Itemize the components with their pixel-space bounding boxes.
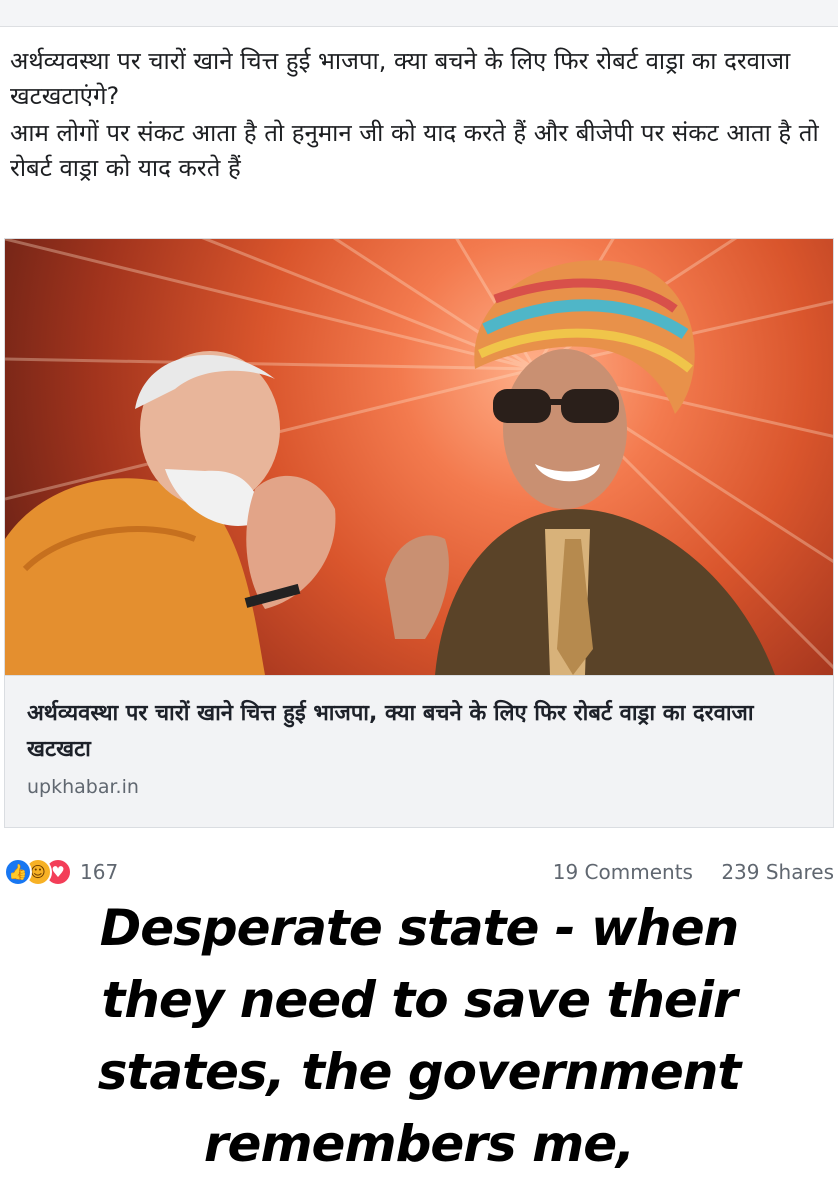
reaction-bar: 👍 ☺ ♥ 167 19 Comments 239 Shares [4, 856, 834, 890]
engagement-stats: 19 Comments 239 Shares [553, 860, 834, 884]
like-icon[interactable]: 👍 [4, 858, 32, 886]
sunburst-illustration [5, 239, 833, 675]
left-figure [5, 351, 336, 675]
comments-count[interactable]: 19 Comments [553, 860, 693, 884]
top-strip [0, 0, 838, 27]
link-preview-card[interactable]: अर्थव्यवस्था पर चारों खाने चित्त हुई भाज… [4, 238, 834, 828]
shares-count[interactable]: 239 Shares [721, 860, 834, 884]
link-preview-image[interactable] [5, 239, 833, 675]
link-preview-caption[interactable]: अर्थव्यवस्था पर चारों खाने चित्त हुई भाज… [5, 675, 833, 827]
post-text-line-1: अर्थव्यवस्था पर चारों खाने चित्त हुई भाज… [10, 47, 791, 110]
post-text: अर्थव्यवस्था पर चारों खाने चित्त हुई भाज… [10, 44, 830, 186]
link-domain: upkhabar.in [27, 776, 139, 798]
reaction-count[interactable]: 167 [80, 860, 118, 884]
link-title[interactable]: अर्थव्यवस्था पर चारों खाने चित्त हुई भाज… [27, 696, 811, 768]
meme-caption: Desperate state - when they need to save… [97, 899, 742, 1173]
post-text-line-2: आम लोगों पर संकट आता है तो हनुमान जी को … [10, 119, 819, 182]
right-figure [385, 260, 775, 675]
